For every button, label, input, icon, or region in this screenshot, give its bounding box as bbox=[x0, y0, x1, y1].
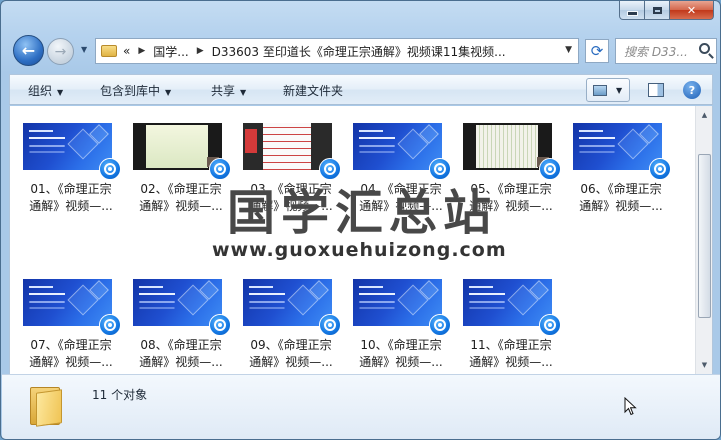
include-in-library-label: 包含到库中 bbox=[100, 84, 161, 98]
file-name-line2: 通解》视频—... bbox=[29, 355, 113, 369]
video-file-icon bbox=[99, 314, 121, 336]
chevron-down-icon: ▼ bbox=[57, 88, 64, 97]
organize-menu[interactable]: 组织 ▼ bbox=[28, 82, 63, 99]
command-bar: 组织 ▼ 包含到库中 ▼ 共享 ▼ 新建文件夹 ▼ ? bbox=[9, 74, 713, 105]
video-thumbnail bbox=[23, 123, 112, 170]
forward-arrow-icon: → bbox=[54, 43, 67, 60]
organize-label: 组织 bbox=[28, 84, 53, 98]
preview-pane-icon[interactable] bbox=[648, 83, 664, 97]
video-thumbnail bbox=[463, 279, 552, 326]
search-input[interactable]: 搜索 D33... bbox=[616, 43, 692, 60]
caption-buttons: ✕ bbox=[619, 1, 714, 20]
file-name-line1: 06、《命理正宗 bbox=[580, 182, 662, 196]
item-count: 11 个对象 bbox=[92, 388, 148, 402]
breadcrumb-overflow[interactable]: « bbox=[123, 44, 130, 58]
file-name: 09、《命理正宗 通解》视频—... bbox=[241, 337, 341, 371]
maximize-icon bbox=[652, 6, 662, 14]
scroll-down-icon[interactable]: ▼ bbox=[698, 358, 711, 372]
video-file-icon bbox=[209, 314, 231, 336]
file-name-line2: 通解》视频—... bbox=[249, 355, 333, 369]
back-button[interactable]: ← bbox=[13, 35, 44, 66]
file-name: 01、《命理正宗 通解》视频—... bbox=[21, 181, 121, 215]
vertical-scrollbar[interactable]: ▲ ▼ bbox=[695, 106, 712, 374]
file-name-line1: 01、《命理正宗 bbox=[30, 182, 112, 196]
help-label: ? bbox=[688, 83, 696, 97]
video-thumbnail bbox=[133, 279, 222, 326]
search-icon[interactable] bbox=[699, 43, 710, 54]
chevron-down-icon: ▼ bbox=[165, 88, 172, 97]
help-icon[interactable]: ? bbox=[683, 81, 701, 99]
video-thumbnail bbox=[573, 123, 662, 170]
breadcrumb-current[interactable]: D33603 至印道长《命理正宗通解》视频课11集视频... bbox=[212, 43, 506, 60]
file-name-line1: 09、《命理正宗 bbox=[250, 338, 332, 352]
file-name-line2: 通解》视频—... bbox=[29, 199, 113, 213]
navigation-bar: ← → ▼ « ▶ 国学... ▶ D33603 至印道长《命理正宗通解》视频课… bbox=[9, 34, 717, 68]
file-name-line2: 通解》视频—... bbox=[469, 355, 553, 369]
refresh-button[interactable]: ⟳ bbox=[585, 39, 609, 63]
explorer-window: ✕ ← → ▼ « ▶ 国学... ▶ D33603 至印道长《命理正宗通解》视… bbox=[0, 0, 721, 440]
file-name: 02、《命理正宗 通解》视频—... bbox=[131, 181, 231, 215]
scroll-up-icon[interactable]: ▲ bbox=[698, 108, 711, 122]
minimize-button[interactable] bbox=[619, 1, 645, 20]
close-icon: ✕ bbox=[686, 3, 697, 17]
file-name: 08、《命理正宗 通解》视频—... bbox=[131, 337, 231, 371]
address-dropdown-icon[interactable]: ▼ bbox=[565, 45, 572, 55]
video-thumbnail bbox=[23, 279, 112, 326]
video-thumbnail bbox=[243, 123, 332, 170]
include-in-library-menu[interactable]: 包含到库中 ▼ bbox=[100, 82, 171, 99]
details-pane: 11 个对象 bbox=[2, 374, 720, 439]
file-name: 10、《命理正宗 通解》视频—... bbox=[351, 337, 451, 371]
new-folder-label: 新建文件夹 bbox=[283, 84, 344, 98]
forward-button[interactable]: → bbox=[47, 38, 74, 65]
chevron-down-icon[interactable]: ▼ bbox=[616, 86, 622, 95]
minimize-icon bbox=[626, 10, 638, 16]
chevron-down-icon: ▼ bbox=[240, 88, 247, 97]
video-file-icon bbox=[539, 158, 561, 180]
breadcrumb-parent[interactable]: 国学... bbox=[153, 43, 188, 60]
file-name: 07、《命理正宗 通解》视频—... bbox=[21, 337, 121, 371]
video-thumbnail bbox=[353, 123, 442, 170]
file-name: 06、《命理正宗 通解》视频—... bbox=[571, 181, 671, 215]
file-name-line1: 02、《命理正宗 bbox=[140, 182, 222, 196]
file-name: 11、《命理正宗 通解》视频—... bbox=[461, 337, 561, 371]
chevron-right-icon[interactable]: ▶ bbox=[138, 46, 145, 56]
video-thumbnail bbox=[133, 123, 222, 170]
file-name-line1: 11、《命理正宗 bbox=[470, 338, 552, 352]
watermark-title: 国学汇总站 bbox=[227, 185, 498, 241]
address-bar[interactable]: « ▶ 国学... ▶ D33603 至印道长《命理正宗通解》视频课11集视频.… bbox=[95, 38, 579, 64]
maximize-button[interactable] bbox=[645, 1, 670, 20]
video-thumbnail bbox=[353, 279, 442, 326]
file-name-line2: 通解》视频—... bbox=[579, 199, 663, 213]
folder-icon bbox=[101, 45, 117, 57]
video-file-icon bbox=[649, 158, 671, 180]
video-file-icon bbox=[319, 314, 341, 336]
chevron-right-icon[interactable]: ▶ bbox=[197, 46, 204, 56]
video-file-icon bbox=[429, 314, 451, 336]
file-name-line1: 07、《命理正宗 bbox=[30, 338, 112, 352]
back-arrow-icon: ← bbox=[21, 41, 36, 60]
close-button[interactable]: ✕ bbox=[670, 1, 714, 20]
video-thumbnail bbox=[243, 279, 332, 326]
share-menu[interactable]: 共享 ▼ bbox=[211, 82, 246, 99]
scrollbar-thumb[interactable] bbox=[698, 154, 711, 318]
mouse-cursor-icon bbox=[624, 397, 637, 416]
file-name-line2: 通解》视频—... bbox=[139, 199, 223, 213]
share-label: 共享 bbox=[211, 84, 236, 98]
video-file-icon bbox=[99, 158, 121, 180]
change-view-button[interactable]: ▼ bbox=[586, 78, 630, 102]
watermark-url: www.guoxuehuizong.com bbox=[212, 239, 507, 261]
file-name-line1: 10、《命理正宗 bbox=[360, 338, 442, 352]
video-file-icon bbox=[539, 314, 561, 336]
recent-pages-dropdown[interactable]: ▼ bbox=[81, 45, 89, 54]
search-box[interactable]: 搜索 D33... bbox=[615, 38, 717, 64]
file-name-line2: 通解》视频—... bbox=[139, 355, 223, 369]
view-icon bbox=[593, 84, 607, 96]
refresh-icon: ⟳ bbox=[590, 42, 604, 60]
file-name-line1: 08、《命理正宗 bbox=[140, 338, 222, 352]
video-thumbnail bbox=[463, 123, 552, 170]
new-folder-button[interactable]: 新建文件夹 bbox=[283, 82, 343, 99]
file-name-line2: 通解》视频—... bbox=[359, 355, 443, 369]
folder-icon bbox=[30, 383, 64, 427]
